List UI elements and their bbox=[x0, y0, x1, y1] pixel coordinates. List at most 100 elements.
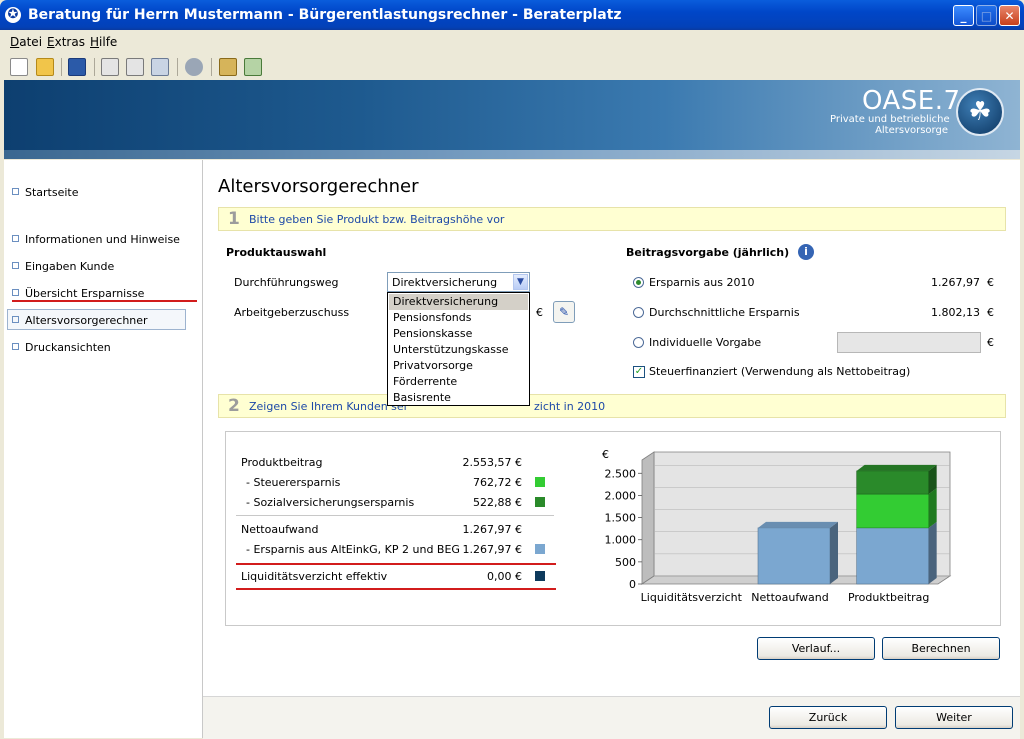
y-axis-label: € bbox=[602, 448, 609, 461]
bar-segment bbox=[856, 470, 929, 495]
toolbar bbox=[0, 54, 1024, 80]
produktauswahl-heading: Produktauswahl bbox=[226, 246, 327, 259]
new-document-icon[interactable] bbox=[10, 58, 28, 76]
verlauf-button[interactable]: Verlauf... bbox=[757, 637, 875, 660]
option-pensionsfonds[interactable]: Pensionsfonds bbox=[389, 310, 528, 326]
sidebar-item-startseite[interactable]: Startseite bbox=[12, 186, 79, 199]
open-folder-icon[interactable] bbox=[36, 58, 54, 76]
produktbeitrag-label: Produktbeitrag bbox=[241, 456, 323, 469]
sidebar-item-altersvorsorgerechner[interactable]: Altersvorsorgerechner bbox=[12, 314, 148, 327]
edit-icon[interactable]: ✎ bbox=[553, 301, 575, 323]
option-direktversicherung[interactable]: Direktversicherung bbox=[389, 294, 528, 310]
arbeitgeberzuschuss-currency: € bbox=[536, 306, 543, 319]
export-icon[interactable] bbox=[101, 58, 119, 76]
nettoaufwand-value: 1.267,97 € bbox=[462, 523, 522, 536]
calculator-icon[interactable] bbox=[244, 58, 262, 76]
individuelle-vorgabe-currency: € bbox=[987, 336, 994, 349]
steuerfinanziert-label: Steuerfinanziert (Verwendung als Nettobe… bbox=[649, 365, 911, 378]
sidebar-item-uebersicht-ersparnisse[interactable]: Übersicht Ersparnisse bbox=[12, 287, 144, 300]
bar-segment bbox=[856, 527, 929, 585]
chart-side-wall bbox=[641, 451, 655, 585]
liquiditaetsverzicht-label: Liquiditätsverzicht effektiv bbox=[241, 570, 388, 583]
select-value: Direktversicherung bbox=[392, 276, 498, 289]
mail-icon[interactable] bbox=[151, 58, 169, 76]
steuerfinanziert-checkbox[interactable]: ✓ bbox=[633, 366, 645, 378]
brand-subtitle-line2: Altersvorsorge bbox=[875, 125, 948, 136]
sidebar-item-druckansichten[interactable]: Druckansichten bbox=[12, 341, 111, 354]
x-tick-label: Produktbeitrag bbox=[848, 591, 929, 604]
bullet-icon bbox=[12, 289, 19, 296]
step2-text-left: Zeigen Sie Ihrem Kunden sei bbox=[249, 400, 407, 413]
banner-strip bbox=[4, 150, 1020, 159]
beitragsvorgabe-heading: Beitragsvorgabe (jährlich) bbox=[626, 246, 790, 259]
sidebar-item-eingaben-kunde[interactable]: Eingaben Kunde bbox=[12, 260, 114, 273]
individuelle-vorgabe-label: Individuelle Vorgabe bbox=[649, 336, 762, 349]
durchschnittliche-ersparnis-label: Durchschnittliche Ersparnis bbox=[649, 306, 800, 319]
save-icon[interactable] bbox=[68, 58, 86, 76]
individuelle-vorgabe-input[interactable] bbox=[837, 332, 981, 353]
radio-durchschnittliche-ersparnis[interactable] bbox=[633, 307, 644, 318]
option-unterstuetzungskasse[interactable]: Unterstützungskasse bbox=[389, 342, 528, 358]
app-icon: ✪ bbox=[5, 7, 21, 23]
sidebar-item-informationen[interactable]: Informationen und Hinweise bbox=[12, 233, 180, 246]
import-icon[interactable] bbox=[126, 58, 144, 76]
title-bar: ✪ Beratung für Herrn Mustermann - Bürger… bbox=[0, 0, 1024, 30]
info-icon[interactable]: i bbox=[798, 244, 814, 260]
bar-side bbox=[928, 521, 937, 584]
liquiditaet-top-line bbox=[236, 563, 556, 565]
option-foerderrente[interactable]: Förderrente bbox=[389, 374, 528, 390]
x-tick-label: Nettoaufwand bbox=[751, 591, 828, 604]
bullet-icon bbox=[12, 343, 19, 350]
liquiditaet-bottom-line bbox=[236, 588, 556, 590]
arbeitgeberzuschuss-label: Arbeitgeberzuschuss bbox=[234, 306, 350, 319]
toolbar-separator bbox=[94, 58, 95, 76]
option-privatvorsorge[interactable]: Privatvorsorge bbox=[389, 358, 528, 374]
durchfuehrungsweg-select[interactable]: Direktversicherung ▼ bbox=[387, 272, 530, 292]
step1-text: Bitte geben Sie Produkt bzw. Beitragshöh… bbox=[249, 213, 505, 226]
chevron-down-icon[interactable]: ▼ bbox=[513, 274, 528, 290]
toolbar-separator bbox=[211, 58, 212, 76]
menu-extras[interactable]: Extras bbox=[47, 35, 85, 49]
users-icon[interactable] bbox=[185, 58, 203, 76]
step2-text-right: zicht in 2010 bbox=[534, 400, 606, 413]
zurueck-button[interactable]: Zurück bbox=[769, 706, 887, 729]
menu-bar: Datei Extras Hilfe bbox=[0, 30, 1024, 52]
durchschnittliche-ersparnis-currency: € bbox=[987, 306, 994, 319]
durchfuehrungsweg-dropdown: Direktversicherung Pensionsfonds Pension… bbox=[387, 292, 530, 406]
brand-logo: OASE.7 bbox=[862, 86, 961, 116]
ersparnis-2010-label: Ersparnis aus 2010 bbox=[649, 276, 755, 289]
option-pensionskasse[interactable]: Pensionskasse bbox=[389, 326, 528, 342]
bar-segment bbox=[856, 493, 929, 529]
berechnen-button[interactable]: Berechnen bbox=[882, 637, 1000, 660]
menu-hilfe[interactable]: Hilfe bbox=[90, 35, 117, 49]
y-tick-label: 2.500 bbox=[605, 467, 637, 480]
y-tick-label: 2.000 bbox=[605, 489, 637, 502]
window-title: Beratung für Herrn Mustermann - Bürgeren… bbox=[28, 7, 622, 23]
step2-number: 2 bbox=[228, 396, 240, 416]
clipboard-icon[interactable] bbox=[219, 58, 237, 76]
minimize-button[interactable]: _ bbox=[953, 5, 974, 26]
bullet-icon bbox=[12, 188, 19, 195]
sidebar-underline bbox=[12, 300, 197, 302]
ersparnis-2010-value: 1.267,97 bbox=[931, 276, 980, 289]
weiter-button[interactable]: Weiter bbox=[895, 706, 1013, 729]
steuerersparnis-swatch bbox=[535, 477, 545, 487]
maximize-button[interactable]: □ bbox=[976, 5, 997, 26]
produktbeitrag-value: 2.553,57 € bbox=[462, 456, 522, 469]
radio-individuelle-vorgabe[interactable] bbox=[633, 337, 644, 348]
palm-logo-icon: ☘ bbox=[956, 88, 1004, 136]
brand-subtitle-line1: Private und betriebliche bbox=[830, 114, 950, 125]
steuerersparnis-label: - Steuerersparnis bbox=[246, 476, 341, 489]
bar-top bbox=[856, 464, 937, 471]
step1-number: 1 bbox=[228, 209, 240, 229]
bullet-icon bbox=[12, 316, 19, 323]
menu-datei[interactable]: Datei bbox=[10, 35, 42, 49]
radio-ersparnis-2010[interactable] bbox=[633, 277, 644, 288]
liquiditaetsverzicht-swatch bbox=[535, 571, 545, 581]
bar-top bbox=[758, 521, 838, 528]
liquiditaetsverzicht-value: 0,00 € bbox=[487, 570, 522, 583]
option-basisrente[interactable]: Basisrente bbox=[389, 390, 528, 406]
close-button[interactable]: ✕ bbox=[999, 5, 1020, 26]
bar-side bbox=[830, 521, 838, 584]
sozialversicherungsersparnis-label: - Sozialversicherungsersparnis bbox=[246, 496, 415, 509]
